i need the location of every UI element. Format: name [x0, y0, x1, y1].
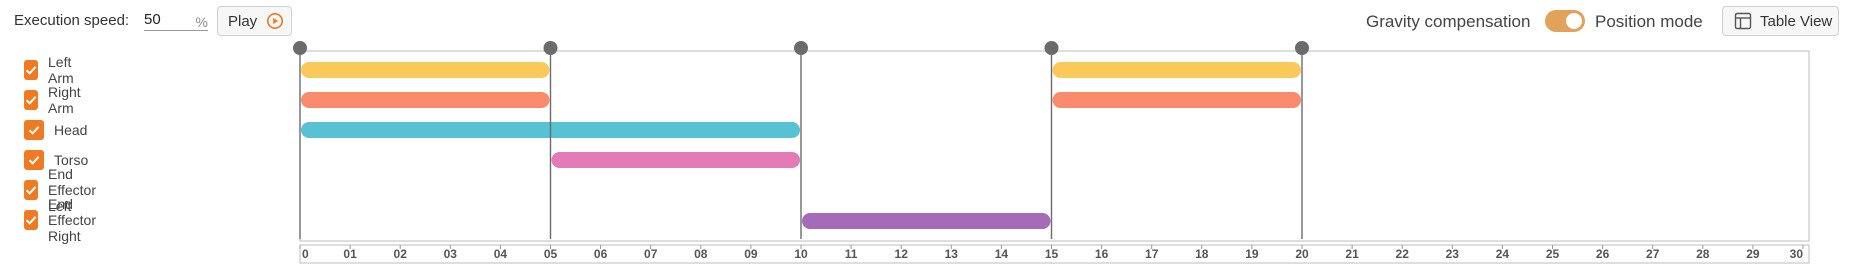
tick-label: 06: [594, 247, 608, 261]
track-segment[interactable]: [551, 152, 801, 168]
tick-label: 05: [544, 247, 558, 261]
tick-label: 15: [1045, 247, 1059, 261]
keyframe-handle[interactable]: [794, 41, 808, 55]
tick-label: 03: [444, 247, 458, 261]
tick-label: 18: [1195, 247, 1209, 261]
keyframe-handle[interactable]: [1295, 41, 1309, 55]
track-segment[interactable]: [1052, 62, 1302, 78]
tick-label: 27: [1646, 247, 1660, 261]
tick-label: 12: [895, 247, 909, 261]
tick-label: 22: [1396, 247, 1410, 261]
tick-label: 13: [945, 247, 959, 261]
track-segment[interactable]: [301, 92, 550, 108]
tick-label: 11: [845, 247, 858, 261]
tick-label: 14: [995, 247, 1009, 261]
tick-label: 02: [394, 247, 408, 261]
tick-label: 20: [1295, 247, 1309, 261]
tick-label: 08: [694, 247, 708, 261]
tick-label: 07: [644, 247, 658, 261]
timeline-frame: [299, 50, 1810, 242]
keyframe-handle[interactable]: [543, 41, 558, 55]
tick-label: 01: [343, 247, 357, 261]
tick-label: 30: [1790, 247, 1804, 261]
tick-label: 17: [1145, 247, 1159, 261]
tick-label: 28: [1696, 247, 1710, 261]
tick-label: 10: [794, 247, 808, 261]
tick-label: 09: [744, 247, 758, 261]
tick-label: 25: [1546, 247, 1560, 261]
tick-label: 21: [1345, 247, 1359, 261]
tick-label: 19: [1245, 247, 1259, 261]
keyframe-handle[interactable]: [293, 41, 307, 55]
track-segment[interactable]: [802, 213, 1051, 229]
tick-label: 04: [494, 247, 508, 261]
tick-label: 26: [1596, 247, 1610, 261]
timeline-chart: 0 01 02 03 04 05 06 07 08 09 10 11 12 13 14 15 16 17 18 19 2…: [293, 41, 1810, 264]
tick-label: 0: [302, 247, 309, 261]
track-segment[interactable]: [301, 62, 550, 78]
tick-label: 24: [1496, 247, 1510, 261]
keyframe-handle[interactable]: [1044, 41, 1059, 55]
tick-label: 23: [1446, 247, 1460, 261]
track-segment[interactable]: [1052, 92, 1302, 108]
tick-label: 29: [1746, 247, 1760, 261]
tick-label: 16: [1095, 247, 1109, 261]
